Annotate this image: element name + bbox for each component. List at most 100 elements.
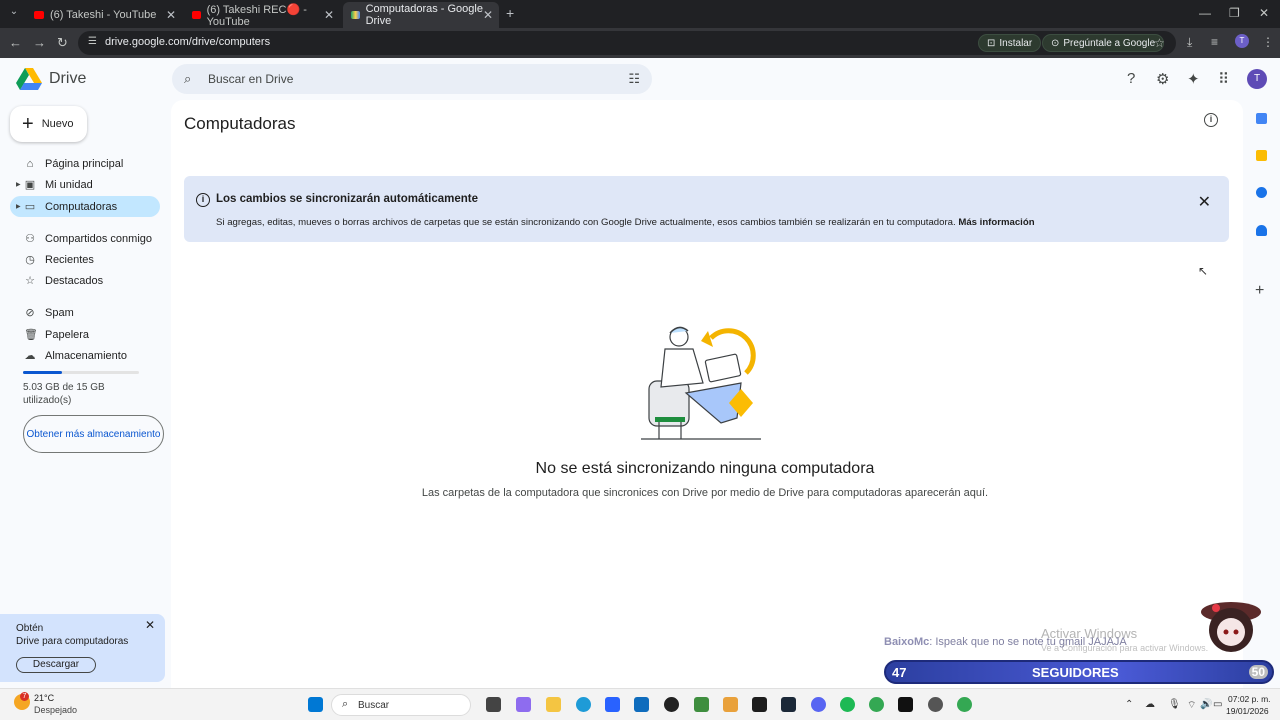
settings-gear-icon[interactable]: ⚙ <box>1156 70 1169 88</box>
streamer-mascot-image <box>1201 602 1261 652</box>
plus-icon: + <box>22 113 34 135</box>
tab-label: Computadoras - Google Drive <box>365 3 483 27</box>
expand-caret-icon[interactable]: ▶ <box>16 181 21 188</box>
sidebar-item-my-drive[interactable]: ▶ ▣ Mi unidad <box>10 174 160 195</box>
new-label: Nuevo <box>41 118 74 130</box>
terminal-icon[interactable] <box>752 697 767 712</box>
new-button[interactable]: + Nuevo <box>10 106 87 142</box>
search-icon: ⌕ <box>184 71 192 86</box>
site-info-icon[interactable]: ☰ <box>88 36 100 48</box>
discord-icon[interactable] <box>811 697 826 712</box>
capcut-icon[interactable] <box>898 697 913 712</box>
close-banner-icon[interactable]: ✕ <box>1198 192 1211 212</box>
steam-icon[interactable] <box>781 697 796 712</box>
contacts-icon[interactable] <box>1256 225 1267 236</box>
reload-icon[interactable]: ↻ <box>57 35 68 51</box>
main-content: Computadoras i i Los cambios se sincroni… <box>171 100 1243 688</box>
taskbar-search[interactable]: ⌕ Buscar <box>331 694 471 716</box>
outlook-icon[interactable] <box>634 697 649 712</box>
add-addon-icon[interactable]: + <box>1255 282 1264 300</box>
calendar-icon[interactable] <box>1256 113 1267 124</box>
file-explorer-icon[interactable] <box>546 697 561 712</box>
forward-icon[interactable]: → <box>33 35 46 50</box>
close-tab-icon[interactable]: ✕ <box>324 8 334 22</box>
windows-start-icon[interactable] <box>308 697 323 712</box>
close-window-icon[interactable]: ✕ <box>1259 6 1269 20</box>
bookmark-star-icon[interactable]: ☆ <box>1154 36 1165 50</box>
address-bar[interactable]: ☰ drive.google.com/drive/computers ⊡ Ins… <box>78 31 1176 55</box>
tray-chevron-icon[interactable]: ⌃ <box>1125 699 1133 710</box>
tab-search-chevron-icon[interactable]: ⌄ <box>6 6 22 22</box>
details-info-icon[interactable]: i <box>1204 113 1218 127</box>
taskbar-search-label: Buscar <box>358 700 390 711</box>
browser-tab-youtube-1[interactable]: (6) Takeshi - YouTube ✕ <box>26 4 182 26</box>
drive-app: Drive ⌕ Buscar en Drive ☷ ? ⚙ ✦ ⠿ T + Nu… <box>0 58 1280 688</box>
sidebar-item-shared[interactable]: ⚇ Compartidos conmigo <box>10 228 160 249</box>
spam-icon: ⊘ <box>25 307 35 319</box>
battery-icon[interactable]: ▭ <box>1213 699 1222 710</box>
sidebar-item-recent[interactable]: ◷ Recientes <box>10 249 160 270</box>
sidebar-item-trash[interactable]: 🗑 Papelera <box>10 324 160 345</box>
tab-label: (6) Takeshi - YouTube <box>50 9 157 21</box>
apps-grid-icon[interactable]: ⠿ <box>1218 70 1229 88</box>
get-more-storage-button[interactable]: Obtener más almacenamiento <box>23 415 164 453</box>
promo-line-2: Drive para computadoras <box>16 636 129 647</box>
close-tab-icon[interactable]: ✕ <box>483 8 493 22</box>
close-tab-icon[interactable]: ✕ <box>166 8 176 22</box>
follower-goal: 50 <box>1248 665 1268 679</box>
search-icon: ⌕ <box>342 698 349 710</box>
sidebar-item-computers[interactable]: ▶ ▭ Computadoras <box>10 196 160 217</box>
clock-time[interactable]: 07:02 p. m. <box>1228 694 1271 704</box>
task-view-icon[interactable] <box>486 697 501 712</box>
browser-menu-icon[interactable]: ⋮ <box>1262 35 1274 49</box>
chrome-profile-icon[interactable] <box>957 697 972 712</box>
youtube-icon <box>34 11 44 19</box>
clock-icon: ◷ <box>25 254 35 266</box>
sidebar-item-spam[interactable]: ⊘ Spam <box>10 302 160 323</box>
help-icon[interactable]: ? <box>1127 70 1135 87</box>
wifi-icon[interactable]: ⌔ <box>1187 699 1196 712</box>
restore-icon[interactable]: ❐ <box>1229 6 1240 20</box>
store-icon[interactable] <box>605 697 620 712</box>
minecraft-icon[interactable] <box>694 697 709 712</box>
sidebar-item-home[interactable]: ⌂ Página principal <box>10 153 160 174</box>
drive-search-bar[interactable]: ⌕ Buscar en Drive ☷ <box>172 64 652 94</box>
browser-tab-drive[interactable]: Computadoras - Google Drive ✕ <box>343 2 499 28</box>
profile-avatar[interactable]: T <box>1235 34 1249 48</box>
volume-icon[interactable]: 🔊 <box>1200 699 1212 710</box>
sidebar-item-starred[interactable]: ☆ Destacados <box>10 270 160 291</box>
keep-icon[interactable] <box>1256 150 1267 161</box>
drive-for-desktop-promo: Obtén Drive para computadoras ✕ Descarga… <box>0 614 165 682</box>
obs-icon[interactable] <box>664 697 679 712</box>
install-button[interactable]: ⊡ Instalar <box>978 34 1042 52</box>
ask-google-button[interactable]: ⊙ Pregúntale a Google <box>1042 34 1165 52</box>
tasks-icon[interactable] <box>1256 187 1267 198</box>
expand-caret-icon[interactable]: ▶ <box>16 203 21 210</box>
empty-state-illustration <box>641 326 761 440</box>
sidebar-item-label: Papelera <box>45 328 90 341</box>
spotify-icon[interactable] <box>840 697 855 712</box>
learn-more-link[interactable]: Más información <box>958 217 1034 228</box>
drive-logo[interactable]: Drive <box>16 68 86 90</box>
chrome-icon[interactable] <box>869 697 884 712</box>
edge-icon[interactable] <box>576 697 591 712</box>
onedrive-icon[interactable]: ☁ <box>1145 699 1155 710</box>
copilot-icon[interactable] <box>516 697 531 712</box>
microphone-icon[interactable]: 🎙 <box>1168 699 1181 710</box>
clock-date[interactable]: 19/01/2026 <box>1226 706 1269 716</box>
game-launcher-icon[interactable] <box>723 697 738 712</box>
minimize-icon[interactable]: — <box>1199 6 1211 20</box>
back-icon[interactable]: ← <box>9 35 22 50</box>
browser-tab-youtube-2[interactable]: (6) Takeshi REC🔴 - YouTube ✕ <box>184 4 340 28</box>
google-drive-icon <box>351 11 360 19</box>
account-avatar[interactable]: T <box>1247 69 1267 89</box>
sidebar-item-storage[interactable]: ☁ Almacenamiento <box>10 345 160 366</box>
download-icon[interactable]: ⤓ <box>1187 35 1192 50</box>
search-options-icon[interactable]: ☷ <box>628 71 640 87</box>
settings-app-icon[interactable] <box>928 697 943 712</box>
new-tab-icon[interactable]: + <box>506 5 514 21</box>
reading-list-icon[interactable]: ≡ <box>1211 35 1218 49</box>
download-button[interactable]: Descargar <box>16 657 96 673</box>
gemini-icon[interactable]: ✦ <box>1187 70 1200 88</box>
close-promo-icon[interactable]: ✕ <box>145 618 155 632</box>
